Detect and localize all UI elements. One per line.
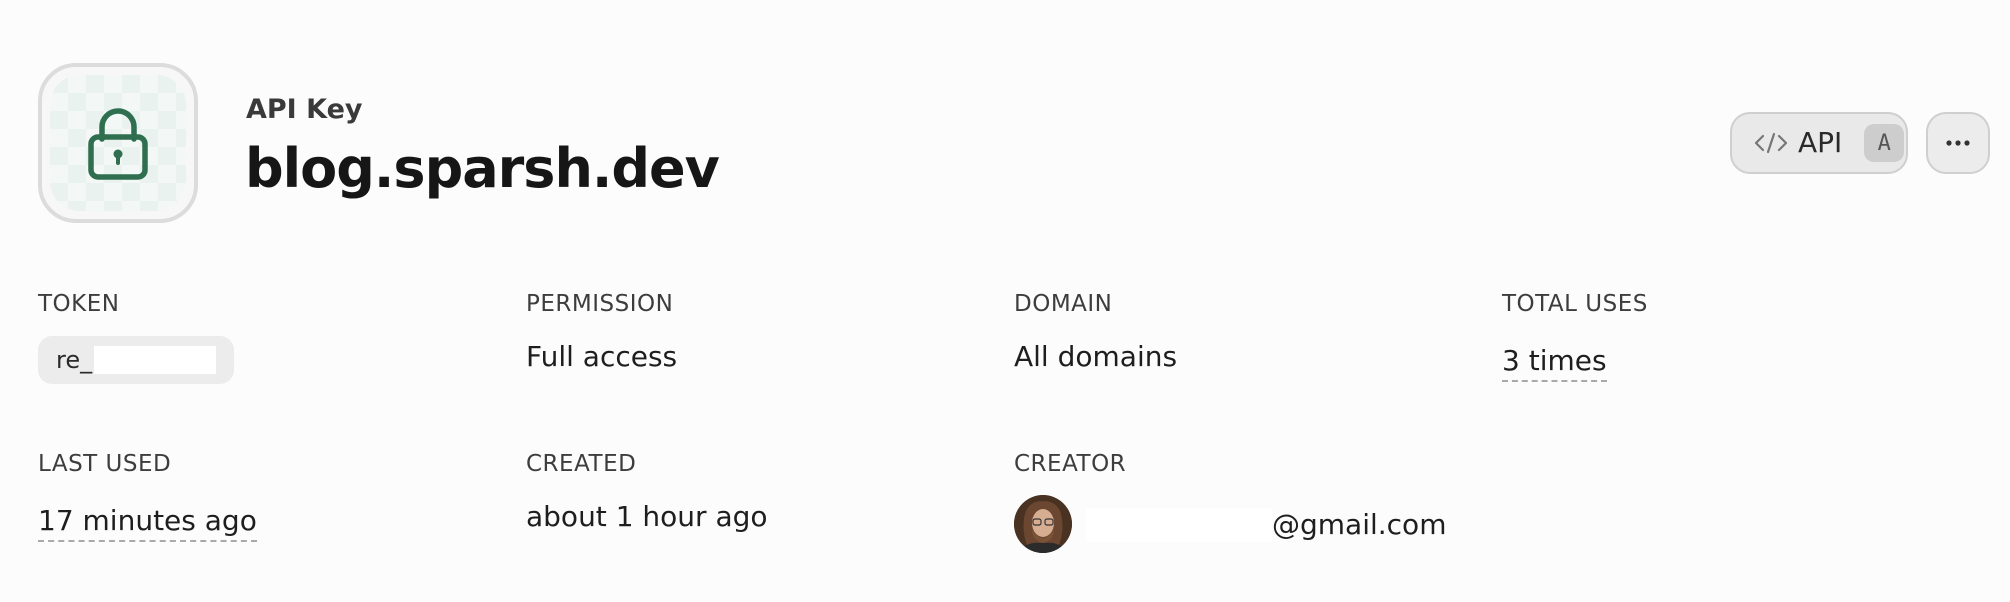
email-redacted	[1086, 508, 1272, 542]
permission-value: Full access	[526, 340, 678, 373]
creator-email: @gmail.com	[1086, 508, 1446, 542]
user-photo	[1014, 495, 1072, 553]
last-used-value[interactable]: 17 minutes ago	[38, 504, 257, 542]
creator-email-domain: @gmail.com	[1272, 508, 1447, 541]
created-value: about 1 hour ago	[526, 500, 768, 533]
api-button[interactable]: API A	[1730, 112, 1908, 174]
avatar	[1014, 495, 1072, 553]
created-label: CREATED	[526, 451, 637, 477]
domain-label: DOMAIN	[1014, 291, 1113, 317]
page-title: blog.sparsh.dev	[245, 137, 720, 200]
token-label: TOKEN	[38, 291, 120, 317]
token-prefix: re_	[56, 346, 93, 374]
creator-label: CREATOR	[1014, 451, 1127, 477]
code-icon	[1754, 132, 1788, 154]
api-key-avatar	[38, 63, 198, 223]
domain-value: All domains	[1014, 340, 1178, 373]
ellipsis-icon	[1946, 140, 1970, 146]
api-button-label: API	[1798, 126, 1843, 159]
token-redacted	[94, 346, 217, 374]
last-used-label: LAST USED	[38, 451, 172, 477]
lock-icon	[88, 108, 148, 180]
total-uses-label: TOTAL USES	[1502, 291, 1648, 317]
permission-label: PERMISSION	[526, 291, 674, 317]
keyboard-shortcut-badge: A	[1864, 124, 1905, 162]
api-key-detail-page: API Key blog.sparsh.dev API A TOKEN re_ …	[0, 0, 2010, 602]
total-uses-value[interactable]: 3 times	[1502, 344, 1607, 382]
token-field[interactable]: re_	[38, 336, 234, 384]
more-options-button[interactable]	[1926, 112, 1990, 174]
page-subtitle: API Key	[246, 94, 363, 125]
